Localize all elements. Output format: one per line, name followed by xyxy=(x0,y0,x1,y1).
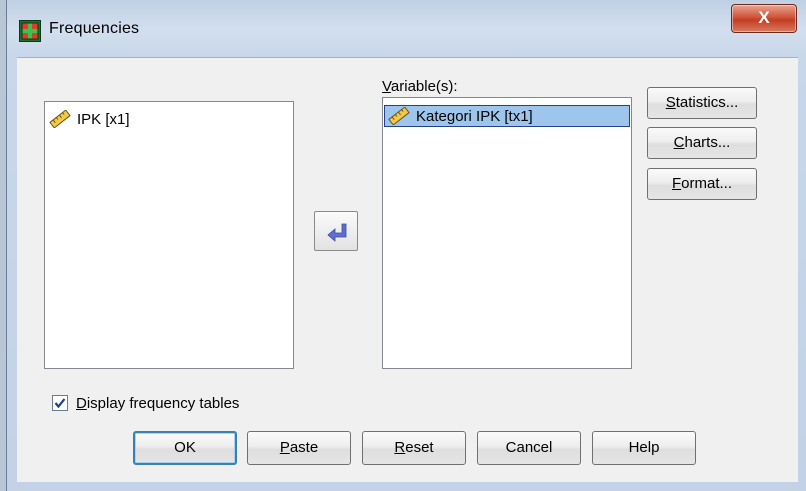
statistics-mnemonic: S xyxy=(665,94,676,111)
help-button[interactable]: Help xyxy=(592,431,696,465)
close-button[interactable]: X xyxy=(731,4,797,33)
variables-label-mnemonic: V xyxy=(382,78,391,95)
format-mnemonic: F xyxy=(671,175,682,192)
list-item[interactable]: IPK [x1] xyxy=(49,108,130,130)
reset-label: eset xyxy=(405,439,434,456)
variables-label-text: ariable(s): xyxy=(390,78,458,95)
window-title: Frequencies xyxy=(49,20,140,37)
charts-mnemonic: C xyxy=(673,134,685,151)
display-mnemonic: D xyxy=(76,395,87,412)
statistics-button[interactable]: Statistics... xyxy=(647,87,757,119)
cancel-label: Cancel xyxy=(505,439,553,456)
reset-mnemonic: R xyxy=(394,439,406,456)
charts-button[interactable]: Charts... xyxy=(647,127,757,159)
ok-button[interactable]: OK xyxy=(133,431,237,465)
variable-label: Kategori IPK [tx1] xyxy=(416,107,533,125)
arrow-left-icon xyxy=(327,223,347,242)
list-item[interactable]: Kategori IPK [tx1] xyxy=(384,105,630,127)
charts-label: harts... xyxy=(684,134,731,151)
format-label: ormat... xyxy=(681,175,733,192)
help-label: Help xyxy=(628,439,660,456)
reset-button[interactable]: Reset xyxy=(362,431,466,465)
paste-mnemonic: P xyxy=(279,439,290,456)
cancel-button[interactable]: Cancel xyxy=(477,431,581,465)
statistics-label: tatistics... xyxy=(675,94,739,111)
variable-label: IPK [x1] xyxy=(77,110,130,128)
paste-button[interactable]: Paste xyxy=(247,431,351,465)
selected-variables-list[interactable]: Kategori IPK [tx1] xyxy=(382,97,632,369)
title-bar[interactable]: Frequencies X xyxy=(7,0,806,56)
source-variable-list[interactable]: IPK [x1] xyxy=(44,101,294,369)
frequencies-app-icon xyxy=(19,20,41,42)
ruler-icon xyxy=(388,107,410,125)
ruler-icon xyxy=(49,110,71,128)
display-frequency-tables-checkbox[interactable] xyxy=(52,395,68,411)
move-variable-button[interactable] xyxy=(314,211,358,251)
format-button[interactable]: Format... xyxy=(647,168,757,200)
display-frequency-tables-label[interactable]: Display frequency tables xyxy=(76,395,239,412)
ok-label: OK xyxy=(174,439,196,456)
checkmark-icon xyxy=(54,398,66,409)
variables-label: Variable(s): xyxy=(382,78,458,95)
display-label-text: isplay frequency tables xyxy=(86,395,240,412)
paste-label: aste xyxy=(289,439,319,456)
close-icon: X xyxy=(758,8,770,27)
